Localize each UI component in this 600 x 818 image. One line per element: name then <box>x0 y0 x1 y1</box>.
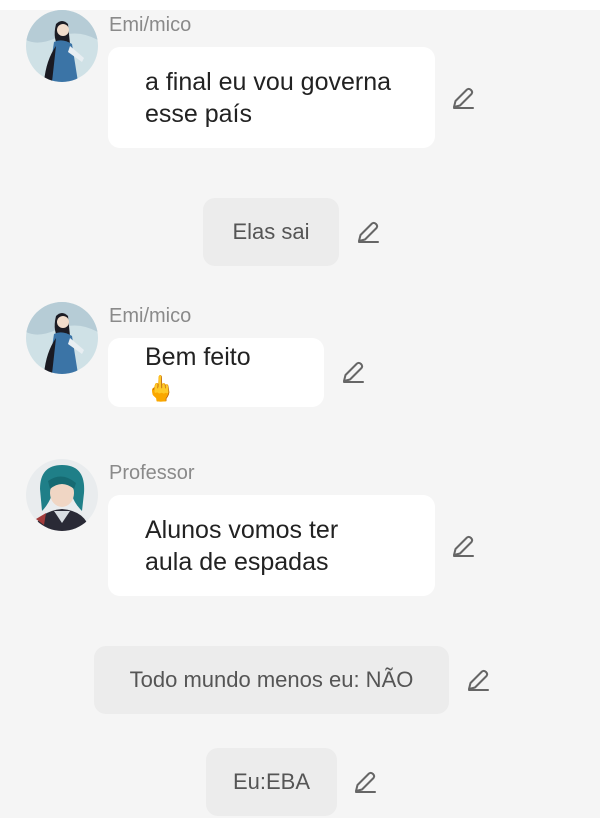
narration-text: Todo mundo menos eu: NÃO <box>129 667 414 692</box>
avatar-anime-professor-icon <box>26 459 98 531</box>
message-text: Alunos vomos ter aula de espadas <box>145 515 339 576</box>
sender-name: Emi/mico <box>109 14 192 36</box>
edit-message-button[interactable] <box>339 358 367 386</box>
message-bubble[interactable]: Bem feito 🖕 <box>108 338 324 407</box>
chat-screen: Emi/mico a final eu vou governa esse paí… <box>0 0 600 818</box>
message-bubble[interactable]: Alunos vomos ter aula de espadas <box>108 495 435 596</box>
message-bubble[interactable]: a final eu vou governa esse país <box>108 47 435 148</box>
sender-name: Emi/mico <box>109 305 192 327</box>
message-text: a final eu vou governa esse país <box>145 67 392 128</box>
pencil-icon <box>453 87 474 109</box>
message-text: Bem feito 🖕 <box>145 342 251 403</box>
edit-message-button[interactable] <box>449 532 477 560</box>
edit-narration-button[interactable] <box>351 768 379 796</box>
narration-text: Eu:EBA <box>232 769 311 794</box>
edit-narration-button[interactable] <box>354 218 382 246</box>
sender-name: Professor <box>109 462 195 484</box>
avatar-emi-mico[interactable] <box>26 10 98 82</box>
avatar-anime-girl-icon <box>26 10 98 82</box>
avatar-professor[interactable] <box>26 459 98 531</box>
narration-text: Elas sai <box>232 219 310 244</box>
edit-narration-button[interactable] <box>464 666 492 694</box>
pencil-icon <box>343 361 364 383</box>
top-strip <box>0 0 600 10</box>
avatar-emi-mico[interactable] <box>26 302 98 374</box>
pencil-icon <box>453 535 474 557</box>
pencil-icon <box>358 221 379 243</box>
edit-message-button[interactable] <box>449 84 477 112</box>
narration-bubble[interactable]: Elas sai <box>203 198 339 266</box>
avatar-anime-girl-icon <box>26 302 98 374</box>
pencil-icon <box>355 771 376 793</box>
pencil-icon <box>468 669 489 691</box>
narration-bubble[interactable]: Eu:EBA <box>206 748 337 816</box>
narration-bubble[interactable]: Todo mundo menos eu: NÃO <box>94 646 449 714</box>
